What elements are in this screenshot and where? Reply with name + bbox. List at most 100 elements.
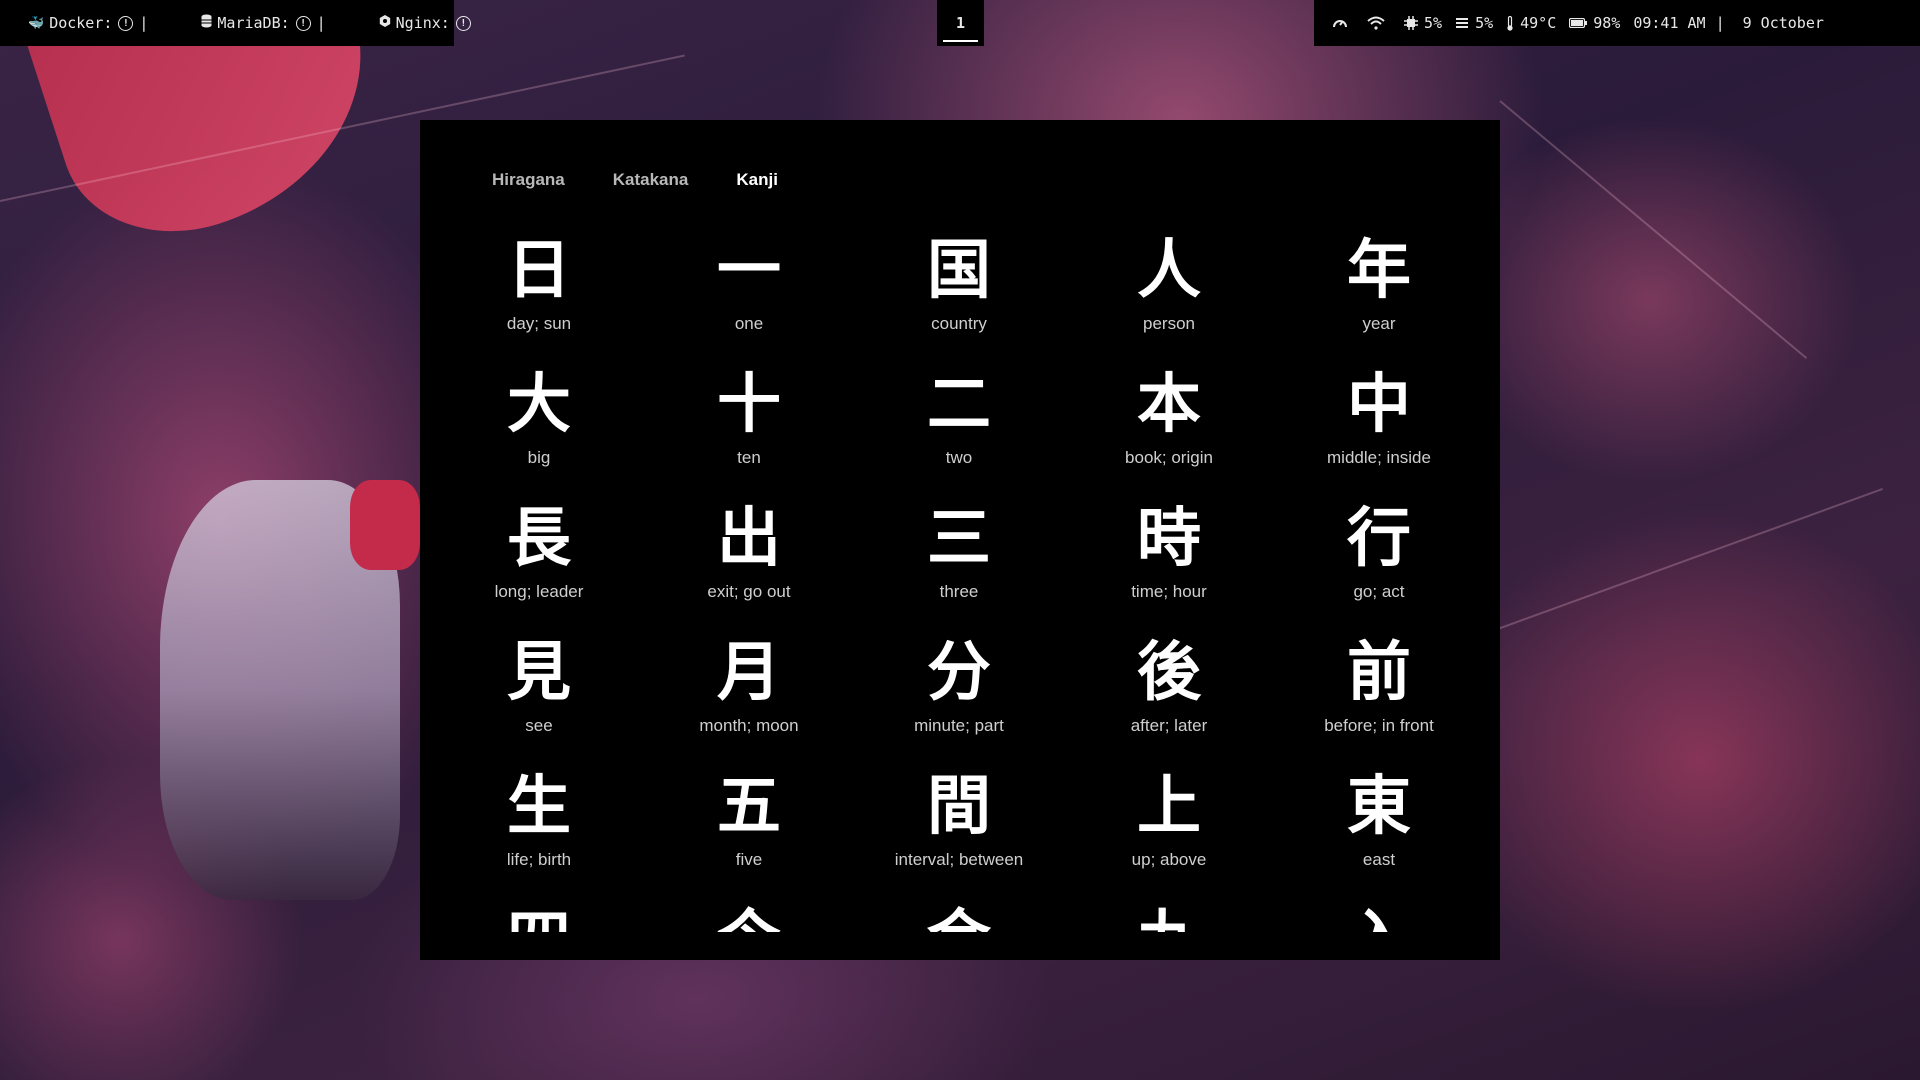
kanji-meaning: go; act: [1353, 582, 1405, 601]
nginx-icon: [332, 0, 391, 46]
kanji-card[interactable]: 見 see: [434, 634, 644, 768]
kanji-card[interactable]: 後 after; later: [1064, 634, 1274, 768]
kanji-card[interactable]: 国 country: [854, 232, 1064, 366]
docker-module[interactable]: 🐳 Docker:!: [28, 14, 134, 32]
kanji-card[interactable]: 九: [1064, 902, 1274, 932]
kanji-character: 年: [1347, 234, 1411, 308]
cpu-module[interactable]: 5%: [1404, 14, 1442, 32]
kanji-card[interactable]: 金: [854, 902, 1064, 932]
kanji-meaning: person: [1143, 314, 1195, 333]
battery-icon: [1569, 18, 1588, 28]
kanji-character: 九: [1064, 902, 1274, 932]
mariadb-label: MariaDB:: [217, 14, 290, 32]
topbar-left: 🐳 Docker:! | MariaDB:! | Nginx:!: [0, 0, 471, 47]
kanji-card[interactable]: 十 ten: [644, 366, 854, 500]
kanji-character: 大: [507, 368, 571, 442]
kanji-meaning: after; later: [1130, 716, 1208, 735]
cpu-icon: [1404, 16, 1418, 30]
kanji-card[interactable]: 人 person: [1064, 232, 1274, 366]
kanji-character: 行: [1347, 502, 1411, 576]
wifi-module[interactable]: [1367, 16, 1391, 30]
kanji-card[interactable]: 入: [1274, 902, 1484, 932]
workspace-indicator[interactable]: 1: [937, 0, 984, 46]
kanji-character: 時: [1137, 502, 1201, 576]
date-value: 9 October: [1742, 14, 1824, 32]
temperature-module[interactable]: 49°C: [1506, 14, 1556, 32]
kanji-character: 前: [1347, 636, 1411, 710]
kanji-card[interactable]: 中 middle; inside: [1274, 366, 1484, 500]
kanji-meaning: see: [525, 716, 553, 735]
kanji-character: 日: [507, 234, 571, 308]
kanji-card[interactable]: 本 book; origin: [1064, 366, 1274, 500]
kanji-character: 十: [717, 368, 781, 442]
kanji-character: 今: [644, 902, 854, 932]
clock-module[interactable]: 09:41 AM: [1633, 14, 1705, 32]
nginx-module[interactable]: Nginx:!: [332, 0, 471, 46]
topbar-right: 5% 5% 49°C 98% 09:41 AM | 9 October: [1314, 0, 1920, 46]
tab-hiragana[interactable]: Hiragana: [492, 170, 565, 190]
workspace-number[interactable]: 1: [956, 14, 965, 32]
script-tabs: Hiragana Katakana Kanji: [492, 170, 778, 190]
tab-katakana[interactable]: Katakana: [613, 170, 689, 190]
kanji-card[interactable]: 五 five: [644, 768, 854, 902]
kanji-character: 国: [927, 234, 991, 308]
kanji-meaning: country: [931, 314, 987, 333]
separator: |: [1715, 14, 1725, 32]
kanji-character: 後: [1137, 636, 1201, 710]
kanji-card[interactable]: 大 big: [434, 366, 644, 500]
speed-module[interactable]: [1332, 16, 1354, 30]
kanji-meaning: before; in front: [1324, 716, 1434, 735]
kanji-meaning: middle; inside: [1327, 448, 1431, 467]
kanji-card[interactable]: 年 year: [1274, 232, 1484, 366]
kana-kanji-app-window: Hiragana Katakana Kanji 日 day; sun 一 one 国 co…: [420, 120, 1500, 960]
mariadb-module[interactable]: MariaDB:!: [154, 0, 311, 47]
kanji-card[interactable]: 三 three: [854, 500, 1064, 634]
kanji-card[interactable]: 東 east: [1274, 768, 1484, 902]
kanji-card[interactable]: 間 interval; between: [854, 768, 1064, 902]
separator: |: [316, 14, 326, 32]
kanji-character: 人: [1137, 234, 1201, 308]
kanji-card[interactable]: 長 long; leader: [434, 500, 644, 634]
clock-time: 09:41 AM: [1633, 14, 1706, 32]
kanji-card[interactable]: 分 minute; part: [854, 634, 1064, 768]
kanji-meaning: up; above: [1131, 850, 1207, 869]
kanji-meaning: east: [1362, 850, 1396, 869]
warning-icon: !: [295, 15, 311, 31]
kanji-card[interactable]: 月 month; moon: [644, 634, 854, 768]
kanji-character: 本: [1137, 368, 1201, 442]
kanji-card[interactable]: 一 one: [644, 232, 854, 366]
kanji-card[interactable]: 行 go; act: [1274, 500, 1484, 634]
kanji-character: 四: [434, 902, 644, 932]
kanji-card[interactable]: 生 life; birth: [434, 768, 644, 902]
kanji-character: 入: [1274, 902, 1484, 932]
kanji-card[interactable]: 出 exit; go out: [644, 500, 854, 634]
kanji-card[interactable]: 前 before; in front: [1274, 634, 1484, 768]
kanji-card[interactable]: 二 two: [854, 366, 1064, 500]
kanji-meaning: month; moon: [699, 716, 799, 735]
kanji-character: 三: [927, 502, 991, 576]
kanji-character: 出: [717, 502, 781, 576]
kanji-character: 間: [927, 770, 991, 844]
kanji-meaning: two: [945, 448, 973, 467]
date-module[interactable]: 9 October: [1743, 14, 1824, 32]
kanji-card[interactable]: 四: [434, 902, 644, 932]
kanji-meaning: exit; go out: [707, 582, 791, 601]
memory-module[interactable]: 5%: [1455, 14, 1493, 32]
tab-kanji[interactable]: Kanji: [736, 170, 778, 190]
warning-icon: !: [118, 15, 134, 31]
kanji-card[interactable]: 日 day; sun: [434, 232, 644, 366]
wallpaper-hat: [350, 480, 420, 570]
memory-icon: [1456, 18, 1469, 28]
kanji-card[interactable]: 上 up; above: [1064, 768, 1274, 902]
temperature-value: 49°C: [1520, 14, 1557, 32]
docker-icon: 🐳: [28, 15, 45, 31]
kanji-card[interactable]: 時 time; hour: [1064, 500, 1274, 634]
kanji-card[interactable]: 今: [644, 902, 854, 932]
kanji-meaning: book; origin: [1125, 448, 1213, 467]
kanji-character: 分: [927, 636, 991, 710]
kanji-meaning: life; birth: [506, 850, 572, 869]
battery-module[interactable]: 98%: [1569, 14, 1620, 32]
warning-icon: !: [455, 15, 471, 31]
kanji-grid[interactable]: 日 day; sun 一 one 国 country 人 person 年 year 大 big 十 te…: [420, 232, 1500, 932]
workspace-active-underline: [943, 40, 978, 42]
